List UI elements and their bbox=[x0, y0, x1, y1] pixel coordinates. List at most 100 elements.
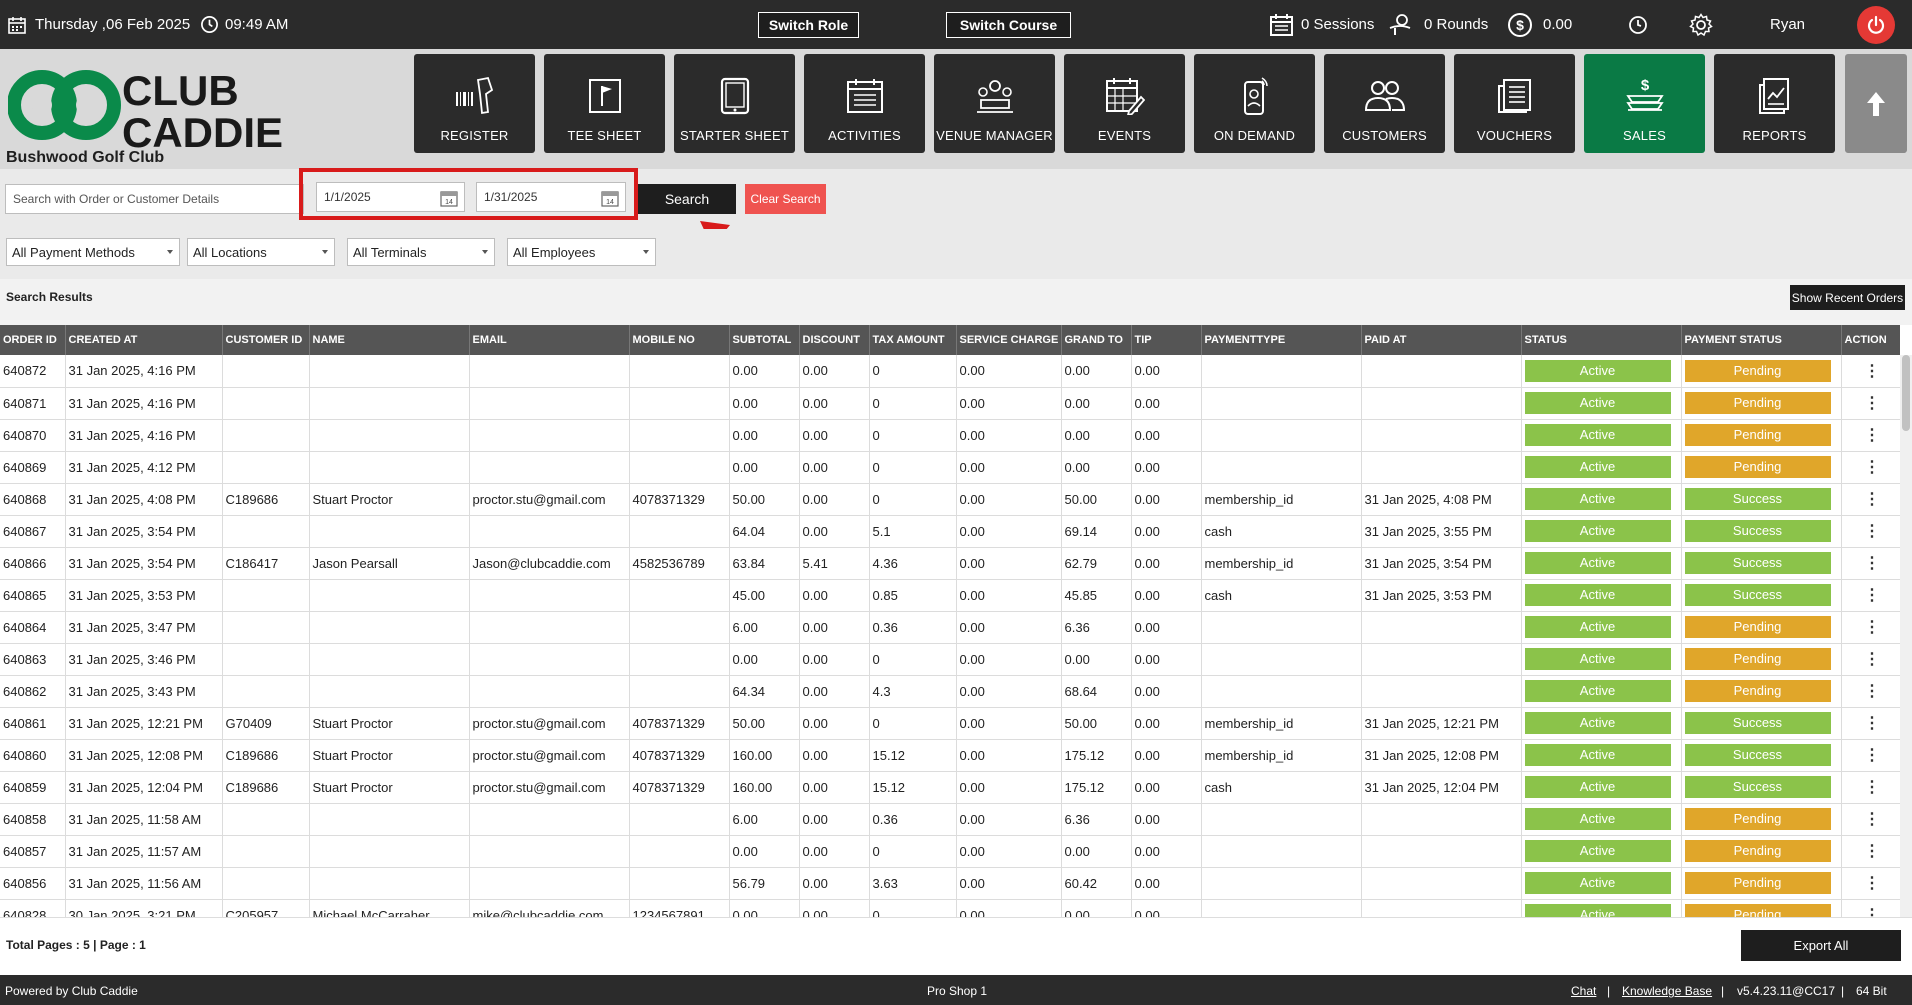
table-row[interactable]: 640857 31 Jan 2025, 11:57 AM 0.00 0.00 0 0.00… bbox=[0, 835, 1900, 868]
column-header[interactable]: EMAIL bbox=[469, 325, 630, 355]
subtotal-cell: 6.00 bbox=[729, 803, 800, 836]
created-at-cell: 31 Jan 2025, 4:16 PM bbox=[65, 419, 223, 452]
table-row[interactable]: 640866 31 Jan 2025, 3:54 PM C186417 Jason P… bbox=[0, 547, 1900, 580]
clear-search-button[interactable]: Clear Search bbox=[745, 184, 826, 214]
column-header[interactable]: TIP bbox=[1131, 325, 1202, 355]
row-action-menu-icon[interactable]: ⋮ bbox=[1841, 771, 1900, 804]
table-scrollbar[interactable] bbox=[1900, 355, 1912, 917]
row-action-menu-icon[interactable]: ⋮ bbox=[1841, 483, 1900, 516]
column-header[interactable]: SUBTOTAL bbox=[729, 325, 800, 355]
locations-select[interactable]: All Locations bbox=[187, 238, 335, 266]
table-row[interactable]: 640856 31 Jan 2025, 11:56 AM 56.79 0.00 3.63… bbox=[0, 867, 1900, 900]
row-action-menu-icon[interactable]: ⋮ bbox=[1841, 355, 1900, 388]
tee-sheet-flag-icon bbox=[588, 76, 622, 116]
knowledge-base-link[interactable]: Knowledge Base bbox=[1622, 984, 1712, 998]
search-button[interactable]: Search bbox=[638, 184, 736, 214]
status-badge: Active bbox=[1524, 840, 1671, 862]
table-row[interactable]: 640861 31 Jan 2025, 12:21 PM G70409 Stuart … bbox=[0, 707, 1900, 740]
column-header[interactable]: PAYMENT STATUS bbox=[1681, 325, 1842, 355]
row-action-menu-icon[interactable]: ⋮ bbox=[1841, 739, 1900, 772]
switch-course-button[interactable]: Switch Course bbox=[946, 12, 1071, 38]
payment-status-cell: Pending bbox=[1681, 387, 1842, 420]
customer-id-cell bbox=[222, 451, 310, 484]
terminals-select[interactable]: All Terminals bbox=[347, 238, 495, 266]
scrollbar-thumb[interactable] bbox=[1902, 355, 1910, 431]
scroll-up-button[interactable] bbox=[1845, 54, 1907, 153]
table-row[interactable]: 640828 30 Jan 2025, 3:21 PM C205957 Michael… bbox=[0, 899, 1900, 917]
mobile-cell bbox=[629, 355, 730, 388]
row-action-menu-icon[interactable]: ⋮ bbox=[1841, 835, 1900, 868]
row-action-menu-icon[interactable]: ⋮ bbox=[1841, 867, 1900, 900]
table-row[interactable]: 640860 31 Jan 2025, 12:08 PM C189686 Stuart… bbox=[0, 739, 1900, 772]
column-header[interactable]: SERVICE CHARGE bbox=[956, 325, 1062, 355]
row-action-menu-icon[interactable]: ⋮ bbox=[1841, 387, 1900, 420]
row-action-menu-icon[interactable]: ⋮ bbox=[1841, 707, 1900, 740]
export-all-button[interactable]: Export All bbox=[1741, 930, 1901, 961]
table-row[interactable]: 640867 31 Jan 2025, 3:54 PM 64.04 0.00 5.1 0.… bbox=[0, 515, 1900, 548]
row-action-menu-icon[interactable]: ⋮ bbox=[1841, 611, 1900, 644]
nav-events[interactable]: EVENTS bbox=[1064, 54, 1185, 153]
nav-venue-manager[interactable]: VENUE MANAGER bbox=[934, 54, 1055, 153]
column-header[interactable]: MOBILE NO bbox=[629, 325, 730, 355]
table-row[interactable]: 640872 31 Jan 2025, 4:16 PM 0.00 0.00 0 0.00 0… bbox=[0, 355, 1900, 388]
column-header[interactable]: CREATED AT bbox=[65, 325, 223, 355]
column-header[interactable]: PAYMENTTYPE bbox=[1201, 325, 1362, 355]
golf-ball-tee-icon[interactable] bbox=[1388, 0, 1412, 49]
column-header[interactable]: GRAND TO bbox=[1061, 325, 1132, 355]
employees-select[interactable]: All Employees bbox=[507, 238, 656, 266]
column-header[interactable]: PAID AT bbox=[1361, 325, 1522, 355]
row-action-menu-icon[interactable]: ⋮ bbox=[1841, 899, 1900, 917]
table-row[interactable]: 640871 31 Jan 2025, 4:16 PM 0.00 0.00 0 0.00 0… bbox=[0, 387, 1900, 420]
gear-icon[interactable] bbox=[1689, 0, 1713, 49]
history-clock-icon[interactable] bbox=[1628, 0, 1648, 49]
column-header[interactable]: STATUS bbox=[1521, 325, 1682, 355]
nav-activities[interactable]: ACTIVITIES bbox=[804, 54, 925, 153]
row-action-menu-icon[interactable]: ⋮ bbox=[1841, 451, 1900, 484]
nav-reports[interactable]: REPORTS bbox=[1714, 54, 1835, 153]
user-name[interactable]: Ryan bbox=[1770, 0, 1805, 49]
table-row[interactable]: 640862 31 Jan 2025, 3:43 PM 64.34 0.00 4.3 0.… bbox=[0, 675, 1900, 708]
column-header[interactable]: NAME bbox=[309, 325, 470, 355]
sessions-calendar-icon[interactable] bbox=[1270, 0, 1293, 49]
name-cell: Stuart Proctor bbox=[309, 739, 470, 772]
paid-at-cell: 31 Jan 2025, 12:08 PM bbox=[1361, 739, 1522, 772]
customer-id-cell bbox=[222, 643, 310, 676]
row-action-menu-icon[interactable]: ⋮ bbox=[1841, 803, 1900, 836]
row-action-menu-icon[interactable]: ⋮ bbox=[1841, 419, 1900, 452]
table-row[interactable]: 640865 31 Jan 2025, 3:53 PM 45.00 0.00 0.85 0… bbox=[0, 579, 1900, 612]
column-header[interactable]: TAX AMOUNT bbox=[869, 325, 957, 355]
row-action-menu-icon[interactable]: ⋮ bbox=[1841, 515, 1900, 548]
table-row[interactable]: 640858 31 Jan 2025, 11:58 AM 6.00 0.00 0.36 0… bbox=[0, 803, 1900, 836]
table-row[interactable]: 640868 31 Jan 2025, 4:08 PM C189686 Stuart … bbox=[0, 483, 1900, 516]
nav-tee-sheet[interactable]: TEE SHEET bbox=[544, 54, 665, 153]
row-action-menu-icon[interactable]: ⋮ bbox=[1841, 643, 1900, 676]
nav-vouchers[interactable]: VOUCHERS bbox=[1454, 54, 1575, 153]
power-off-button[interactable] bbox=[1857, 6, 1895, 44]
nav-on-demand[interactable]: ON DEMAND bbox=[1194, 54, 1315, 153]
row-action-menu-icon[interactable]: ⋮ bbox=[1841, 675, 1900, 708]
payment-methods-select[interactable]: All Payment Methods bbox=[6, 238, 180, 266]
mobile-cell bbox=[629, 419, 730, 452]
switch-role-button[interactable]: Switch Role bbox=[758, 12, 859, 38]
column-header[interactable]: ORDER ID bbox=[0, 325, 66, 355]
table-row[interactable]: 640870 31 Jan 2025, 4:16 PM 0.00 0.00 0 0.00 0… bbox=[0, 419, 1900, 452]
search-input[interactable]: Search with Order or Customer Details bbox=[5, 184, 304, 214]
nav-starter-sheet[interactable]: STARTER SHEET bbox=[674, 54, 795, 153]
column-header[interactable]: DISCOUNT bbox=[799, 325, 870, 355]
row-action-menu-icon[interactable]: ⋮ bbox=[1841, 547, 1900, 580]
table-row[interactable]: 640859 31 Jan 2025, 12:04 PM C189686 Stuart… bbox=[0, 771, 1900, 804]
paid-at-cell bbox=[1361, 675, 1522, 708]
table-row[interactable]: 640864 31 Jan 2025, 3:47 PM 6.00 0.00 0.36 0.… bbox=[0, 611, 1900, 644]
discount-cell: 0.00 bbox=[799, 739, 870, 772]
show-recent-orders-button[interactable]: Show Recent Orders bbox=[1790, 285, 1905, 310]
row-action-menu-icon[interactable]: ⋮ bbox=[1841, 579, 1900, 612]
nav-customers[interactable]: CUSTOMERS bbox=[1324, 54, 1445, 153]
table-row[interactable]: 640869 31 Jan 2025, 4:12 PM 0.00 0.00 0 0.00 0… bbox=[0, 451, 1900, 484]
table-row[interactable]: 640863 31 Jan 2025, 3:46 PM 0.00 0.00 0 0.00 0… bbox=[0, 643, 1900, 676]
chat-link[interactable]: Chat bbox=[1571, 984, 1596, 998]
column-header[interactable]: ACTION bbox=[1841, 325, 1900, 355]
dollar-circle-icon[interactable]: $ bbox=[1507, 0, 1533, 49]
nav-register[interactable]: REGISTER bbox=[414, 54, 535, 153]
column-header[interactable]: CUSTOMER ID bbox=[222, 325, 310, 355]
nav-sales[interactable]: $ SALES bbox=[1584, 54, 1705, 153]
